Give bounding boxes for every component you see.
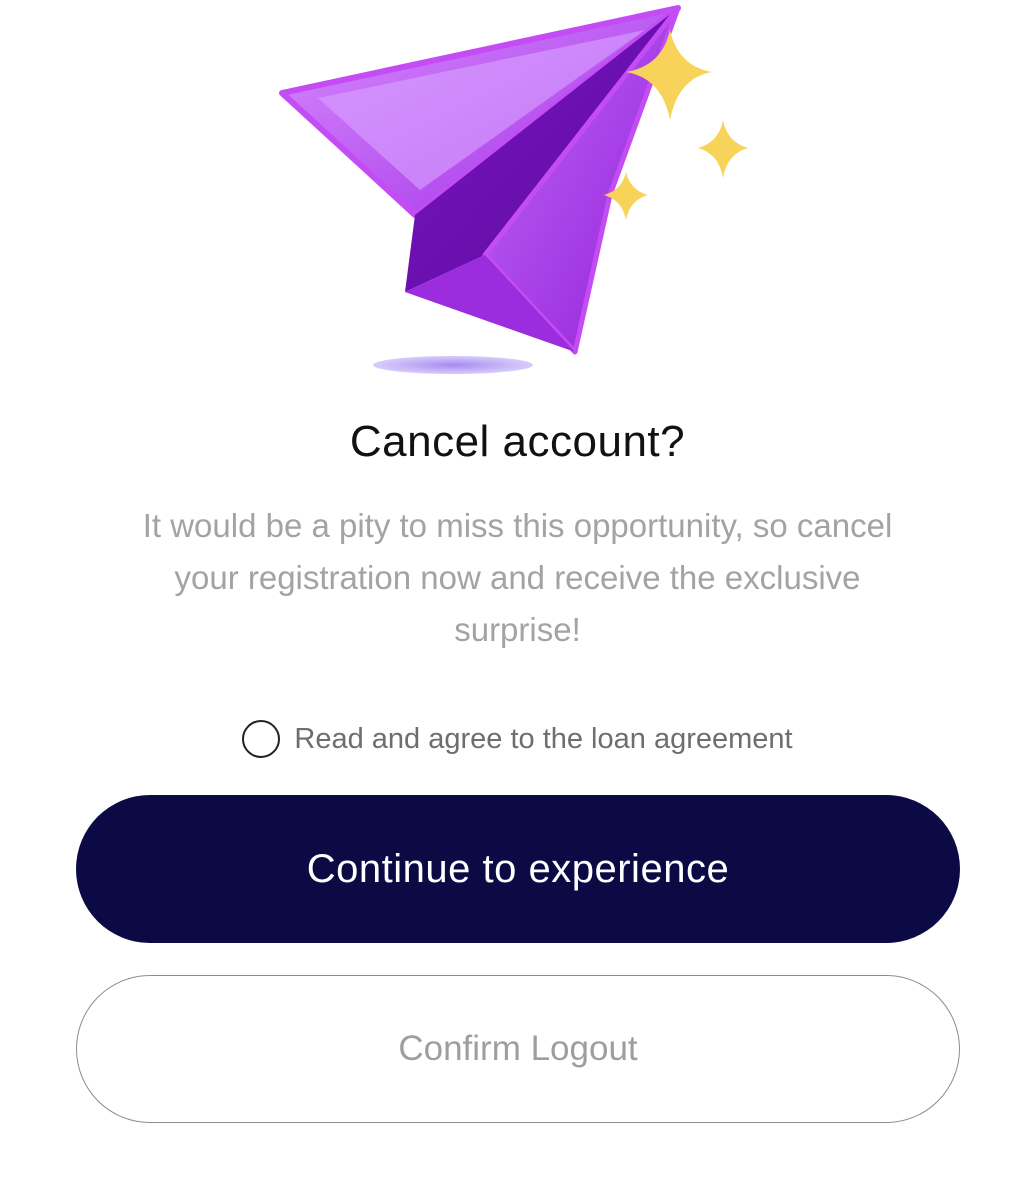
dialog-title: Cancel account? [349,417,686,466]
agreement-checkbox-row[interactable]: Read and agree to the loan agreement [0,720,1035,758]
continue-button[interactable]: Continue to experience [76,795,960,943]
paper-plane-illustration [270,0,770,390]
dialog-message: It would be a pity to miss this opportun… [142,507,893,648]
plane-shadow [373,356,533,374]
agreement-label: Read and agree to the loan agreement [294,722,793,755]
sparkle-medium-icon [698,120,748,178]
radio-circle-icon[interactable] [242,720,281,758]
confirm-logout-button[interactable]: Confirm Logout [76,975,960,1123]
